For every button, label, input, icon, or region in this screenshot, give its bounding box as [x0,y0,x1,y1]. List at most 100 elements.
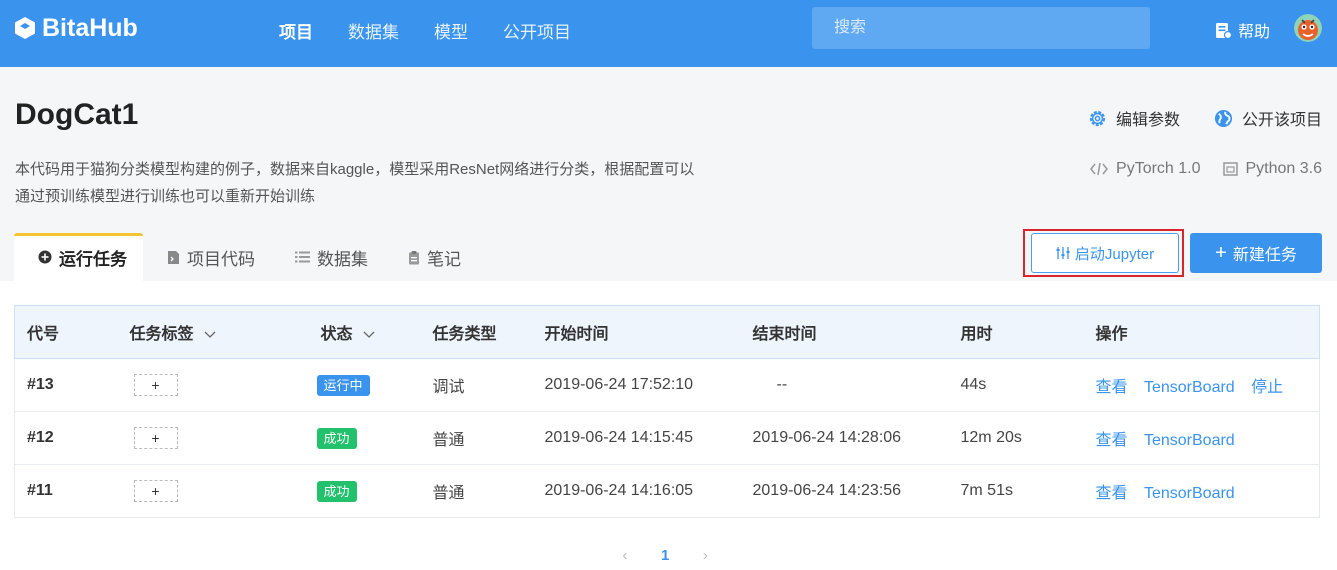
top-navbar: BitaHub 项目 数据集 模型 公开项目 帮助 [0,0,1337,67]
clipboard-icon [409,250,419,264]
status-badge: 成功 [316,427,357,449]
add-tag-button[interactable]: + [133,374,178,396]
task-status-cell: 运行中 [308,358,421,412]
task-actions: 查看 TensorBoard [1083,464,1320,518]
edit-params-button[interactable]: 编辑参数 [1088,106,1180,130]
avatar-face-icon [1294,14,1322,42]
start-jupyter-label: 启动Jupyter [1074,245,1155,263]
col-start: 开始时间 [532,305,741,359]
task-end-value: -- [776,376,788,393]
list-icon [295,251,310,263]
framework-label: PyTorch 1.0 [1116,160,1201,177]
new-task-button[interactable]: + 新建任务 [1190,233,1322,273]
task-end: -- [740,358,949,412]
task-tags-cell: + [117,464,309,518]
help-link[interactable]: 帮助 [1215,18,1270,42]
add-tag-button[interactable]: + [133,480,178,502]
tensorboard-link[interactable]: TensorBoard [1144,485,1235,502]
tab-notes[interactable]: 笔记 [384,233,477,281]
main-nav: 项目 数据集 模型 公开项目 [279,18,606,43]
chevron-down-icon [204,331,216,338]
table-row: #13 + 运行中 调试 2019-06-24 17:52:10 -- 44s … [14,358,1320,412]
make-public-label: 公开该项目 [1241,112,1322,129]
tab-label: 运行任务 [59,249,127,269]
col-tags[interactable]: 任务标签 [117,305,309,359]
prev-page-button[interactable]: ‹ [617,547,633,564]
task-status-cell: 成功 [308,464,421,518]
col-duration: 用时 [948,305,1084,359]
task-type: 普通 [420,411,533,465]
tasks-table: 代号 任务标签 状态 任务类型 开始时间 结束时间 用时 操作 #13 + 运行… [14,305,1320,518]
help-doc-icon [1216,22,1232,39]
task-id: #13 [14,358,118,412]
tensorboard-link[interactable]: TensorBoard [1144,432,1235,449]
task-start: 2019-06-24 14:16:05 [532,464,741,518]
hexagon-logo-icon [15,17,35,39]
project-actions: 编辑参数 公开该项目 [1054,106,1322,130]
globe-icon [1214,109,1233,127]
status-badge: 成功 [316,480,357,502]
task-tags-cell: + [117,358,309,412]
status-badge: 运行中 [316,374,370,396]
start-jupyter-button[interactable]: 启动Jupyter [1031,233,1179,273]
task-duration: 7m 51s [948,464,1084,518]
project-description: 本代码用于猫狗分类模型构建的例子，数据来自kaggle，模型采用ResNet网络… [15,161,695,205]
col-actions: 操作 [1083,305,1320,359]
page-title: DogCat1 [15,98,139,131]
tab-label: 项目代码 [187,249,255,269]
edit-params-label: 编辑参数 [1115,112,1180,129]
gear-icon [1089,110,1106,126]
plus-circle-icon [38,250,52,264]
help-label: 帮助 [1238,24,1271,41]
make-public-button[interactable]: 公开该项目 [1214,106,1322,130]
nav-item-models[interactable]: 模型 [434,18,468,43]
tab-datasets[interactable]: 数据集 [271,233,384,281]
view-link[interactable]: 查看 [1096,379,1128,396]
add-tag-button[interactable]: + [133,427,178,449]
task-end: 2019-06-24 14:23:56 [740,464,949,518]
code-file-icon [168,250,179,264]
task-status-cell: 成功 [308,411,421,465]
logo[interactable]: BitaHub [14,13,138,43]
chevron-down-icon [363,331,375,338]
user-avatar[interactable] [1294,14,1322,42]
task-end: 2019-06-24 14:28:06 [740,411,949,465]
col-status-label: 状态 [320,326,353,343]
view-link[interactable]: 查看 [1096,432,1128,449]
task-tags-cell: + [117,411,309,465]
tab-run-tasks[interactable]: 运行任务 [14,233,143,281]
language-label: Python 3.6 [1245,160,1323,177]
task-duration: 44s [948,358,1084,412]
project-meta: PyTorch 1.0 Python 3.6 [1068,160,1322,178]
task-start: 2019-06-24 14:15:45 [532,411,741,465]
page-number[interactable]: 1 [661,547,669,564]
code-icon [1090,162,1108,176]
task-id: #12 [14,411,118,465]
window-icon [1222,162,1238,176]
task-actions: 查看 TensorBoard [1083,411,1320,465]
tab-label: 笔记 [427,249,461,269]
tensorboard-link[interactable]: TensorBoard [1144,379,1235,396]
nav-item-projects[interactable]: 项目 [279,18,313,43]
nav-item-datasets[interactable]: 数据集 [348,18,399,43]
table-row: #11 + 成功 普通 2019-06-24 14:16:05 2019-06-… [14,464,1320,518]
search-input[interactable] [812,7,1150,49]
table-row: #12 + 成功 普通 2019-06-24 14:15:45 2019-06-… [14,411,1320,465]
sliders-icon [1056,247,1070,259]
pagination: ‹ 1 › [617,547,713,564]
next-page-button[interactable]: › [697,547,713,564]
project-tabs: 运行任务 项目代码 数据集 笔记 [14,233,477,281]
view-link[interactable]: 查看 [1096,485,1128,502]
col-status[interactable]: 状态 [308,305,421,359]
new-task-label: 新建任务 [1232,247,1297,264]
framework-info: PyTorch 1.0 [1090,160,1201,178]
task-type: 普通 [420,464,533,518]
plus-icon: + [1215,242,1227,264]
col-tags-label: 任务标签 [129,326,194,343]
stop-link[interactable]: 停止 [1251,379,1283,396]
task-type: 调试 [420,358,533,412]
tab-project-code[interactable]: 项目代码 [143,233,271,281]
table-header-row: 代号 任务标签 状态 任务类型 开始时间 结束时间 用时 操作 [14,305,1320,359]
nav-item-public-projects[interactable]: 公开项目 [503,18,571,43]
task-id: #11 [14,464,118,518]
